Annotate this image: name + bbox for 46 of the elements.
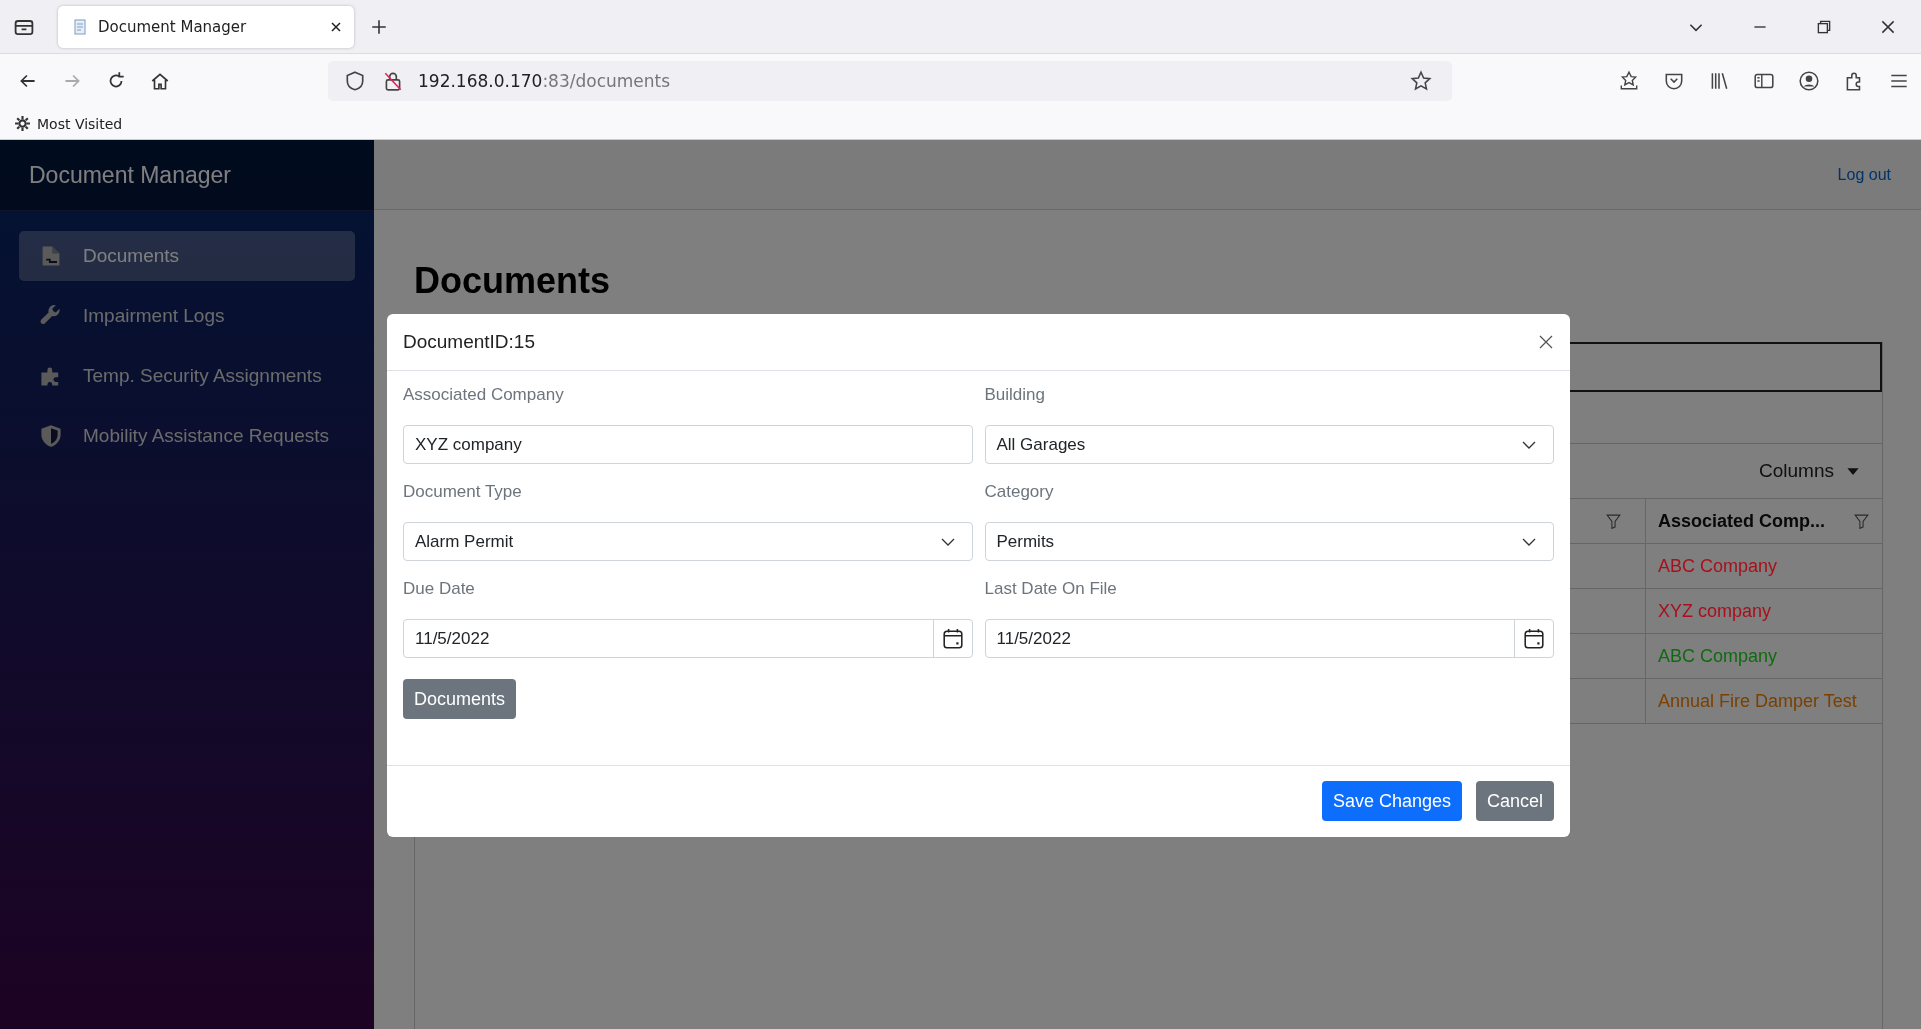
shield-icon <box>344 70 366 92</box>
bookmark[interactable]: Most Visited <box>14 115 123 132</box>
browser-tab[interactable]: Document Manager <box>58 5 354 48</box>
table-cell-text: ABC Company <box>1657 645 1779 667</box>
sidebar-item[interactable]: Temp. Security Assignments <box>19 351 355 401</box>
select-field[interactable]: Alarm Permit <box>403 522 973 561</box>
shield-icon <box>39 424 63 448</box>
text-field[interactable]: XYZ company <box>403 425 973 464</box>
dialog-title: DocumentID:15 <box>403 331 535 353</box>
columns-dropdown[interactable]: Columns <box>1759 460 1860 482</box>
caret-icon <box>1846 466 1860 476</box>
account-icon[interactable] <box>1798 70 1820 92</box>
field-label: Due Date <box>403 579 476 600</box>
dialog-button[interactable]: Save Changes <box>1321 781 1462 821</box>
sidebar-item[interactable]: Mobility Assistance Requests <box>19 411 355 461</box>
column-header[interactable]: Associated Comp... <box>1646 499 1882 543</box>
close-icon[interactable] <box>1538 334 1554 350</box>
filter-icon[interactable] <box>1853 512 1870 530</box>
field-label: Last Date On File <box>984 579 1118 600</box>
table-cell-text: Annual Fire Damper Test <box>1657 690 1858 712</box>
date-field[interactable]: 11/5/2022 <box>403 619 973 658</box>
documents-button[interactable]: Documents <box>403 679 517 719</box>
star-tray-icon[interactable] <box>1618 70 1640 92</box>
date-field[interactable]: 11/5/2022 <box>984 619 1554 658</box>
field-label: Associated Company <box>403 385 565 406</box>
dialog-button[interactable]: Cancel <box>1475 781 1554 821</box>
field-label: Document Type <box>403 482 523 503</box>
field-label: Building <box>984 385 1046 406</box>
sidebar-item[interactable]: Impairment Logs <box>19 291 355 341</box>
page-title: Documents <box>414 260 612 302</box>
insecure-lock-icon <box>382 70 404 92</box>
select-field[interactable]: Permits <box>984 522 1554 561</box>
calendar-icon[interactable] <box>941 627 964 650</box>
new-tab-icon[interactable] <box>370 17 388 36</box>
filter-icon[interactable] <box>1605 512 1622 530</box>
star-icon[interactable] <box>1410 70 1432 92</box>
calendar-icon[interactable] <box>1523 627 1545 650</box>
table-cell-text: ABC Company <box>1657 555 1779 577</box>
logout-link[interactable]: Log out <box>1837 165 1891 184</box>
table-cell-text: XYZ company <box>1657 600 1773 622</box>
gear-icon <box>14 115 31 132</box>
field-label: Category <box>984 482 1055 503</box>
select-field[interactable]: All Garages <box>984 425 1554 464</box>
address-bar[interactable]: 192.168.0.170:83/documents <box>328 61 1452 101</box>
page-icon <box>72 18 88 35</box>
url-text: 192.168.0.170:83/documents <box>418 71 671 91</box>
